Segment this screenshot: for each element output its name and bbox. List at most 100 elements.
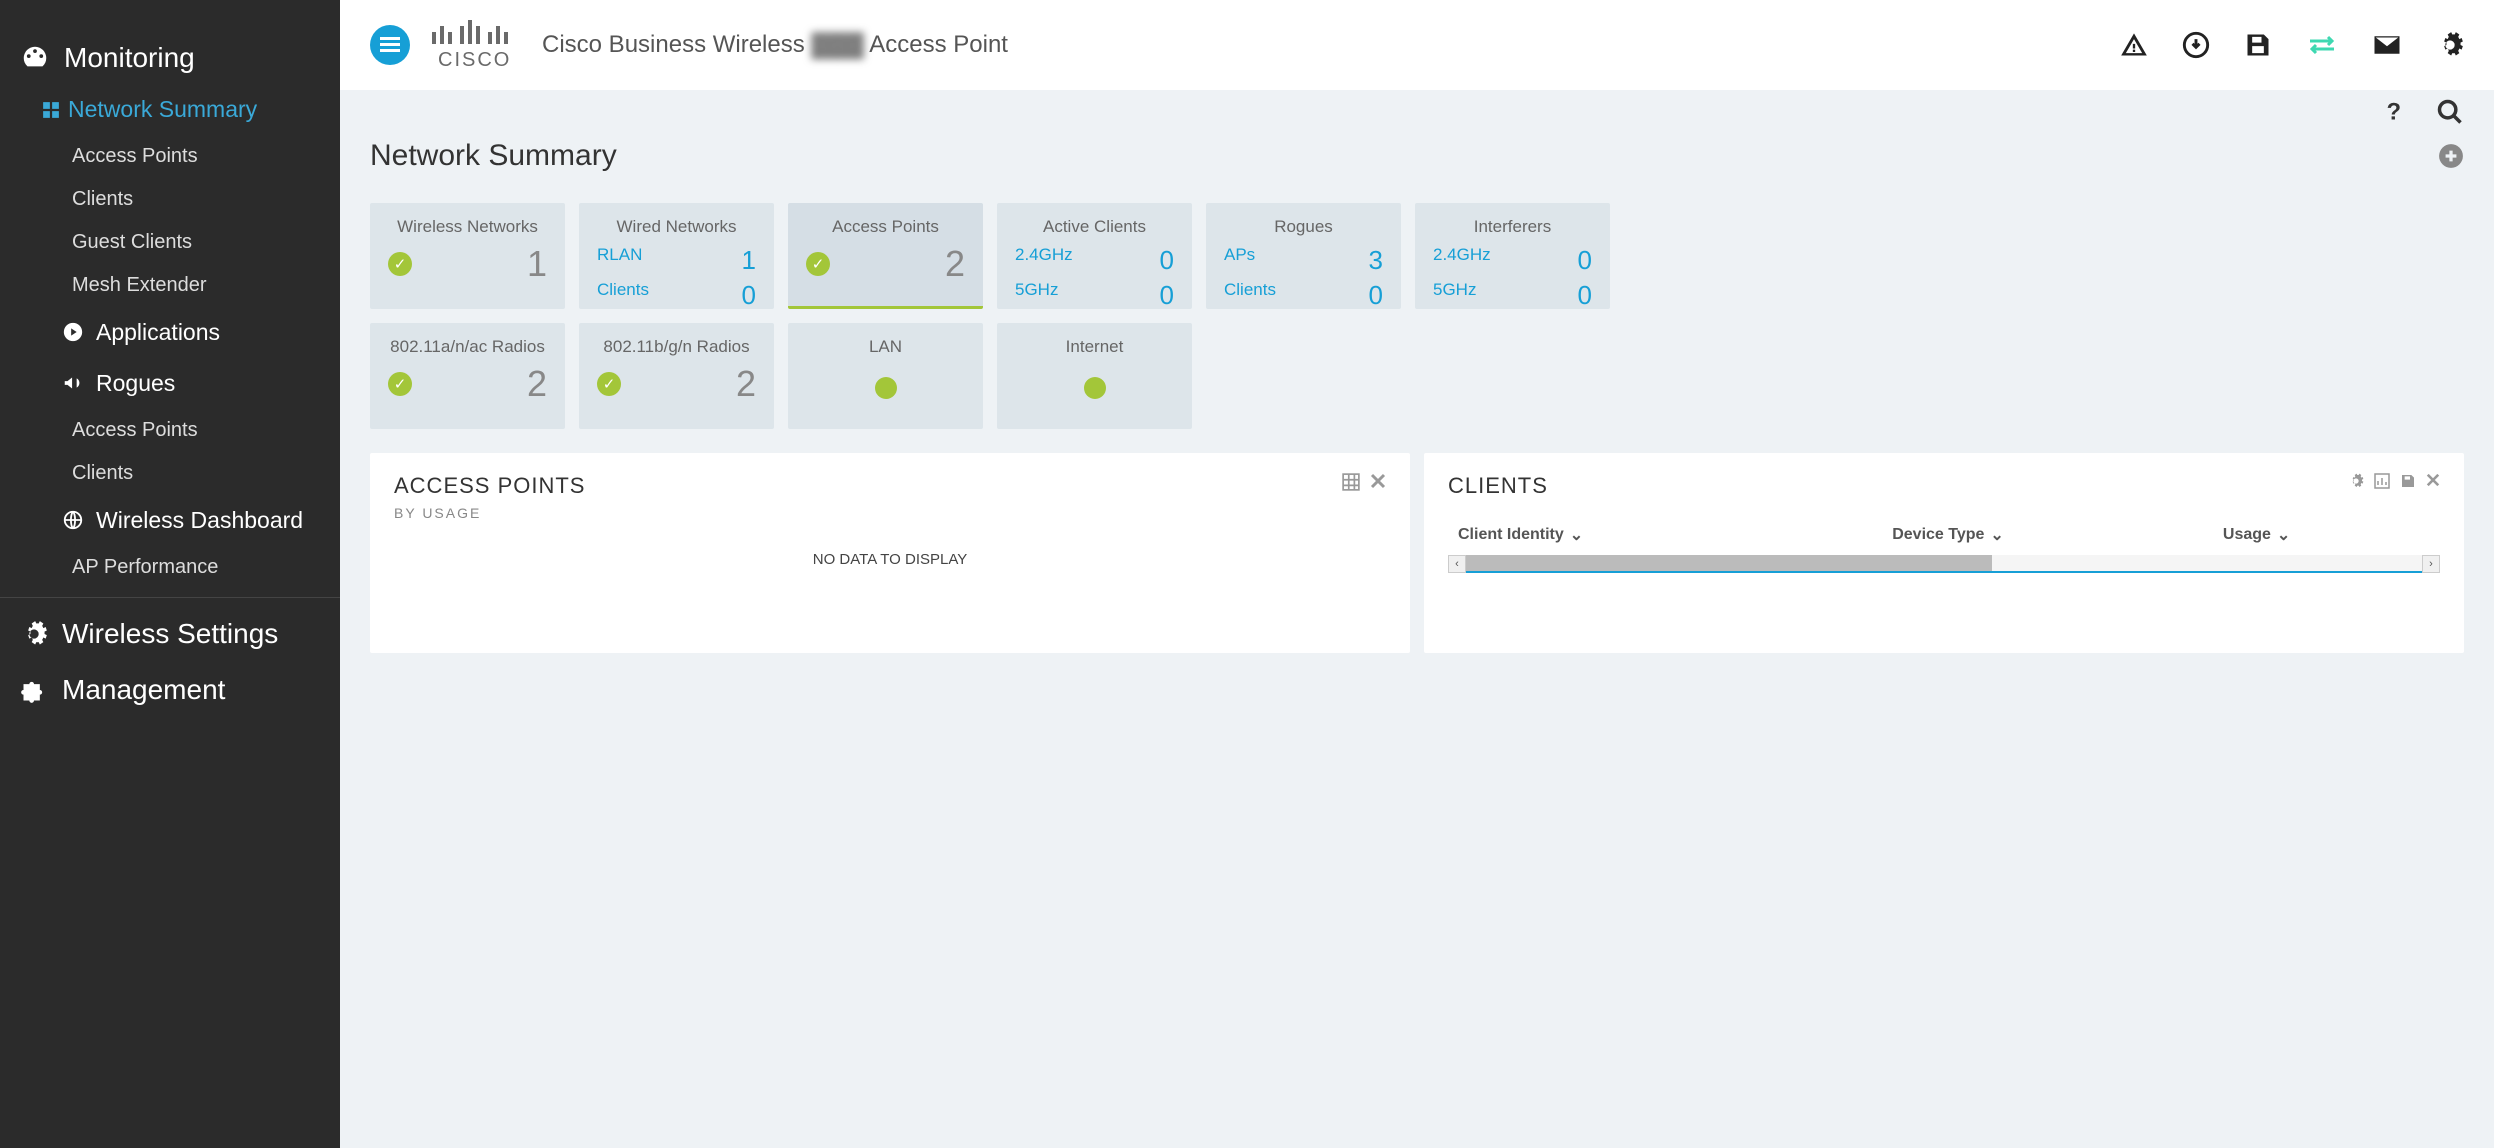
download-circle-icon[interactable] — [2182, 31, 2210, 59]
page-title-row: Network Summary — [340, 134, 2494, 203]
tile-title: Wired Networks — [617, 217, 737, 237]
tile-kv-key: 5GHz — [1433, 280, 1476, 311]
page-header-icons: ? — [2380, 98, 2464, 126]
tile-value: 2 — [945, 243, 965, 285]
sidebar-item-clients[interactable]: Clients — [62, 178, 340, 221]
content-area: ? Network Summary Wireless Networks✓1Wir… — [340, 90, 2494, 1148]
sidebar-rogues-list: Access Points Clients — [0, 409, 340, 495]
sidebar-applications[interactable]: Applications — [0, 307, 340, 358]
tile-title: 802.11b/g/n Radios — [603, 337, 749, 357]
check-icon: ✓ — [597, 372, 621, 396]
tile[interactable]: Wireless Networks ✓ 1 — [370, 203, 565, 309]
tile[interactable]: Wired NetworksRLAN1Clients0 — [579, 203, 774, 309]
col-usage[interactable]: Usage⌄ — [2213, 519, 2440, 551]
tile-kv-value: 0 — [1578, 280, 1592, 311]
help-icon[interactable]: ? — [2380, 98, 2406, 126]
tile[interactable]: Interferers2.4GHz05GHz0 — [1415, 203, 1610, 309]
check-icon: ✓ — [806, 252, 830, 276]
tile-title: Interferers — [1474, 217, 1551, 237]
table-view-icon[interactable] — [1342, 473, 1360, 491]
grid-icon — [42, 101, 60, 119]
sidebar-item-access-points[interactable]: Access Points — [62, 135, 340, 178]
save-icon[interactable] — [2244, 31, 2272, 59]
tile-title: Rogues — [1274, 217, 1333, 237]
sidebar-item-rogues-aps[interactable]: Access Points — [62, 409, 340, 452]
horizontal-scrollbar[interactable]: ‹ › — [1448, 555, 2440, 573]
play-circle-icon — [62, 321, 84, 343]
tile-title: Internet — [1066, 337, 1124, 357]
panel-clients-title: CLIENTS — [1448, 473, 1548, 499]
sidebar-item-mesh-extender[interactable]: Mesh Extender — [62, 264, 340, 307]
col-client-identity[interactable]: Client Identity⌄ — [1448, 519, 1882, 551]
tile[interactable]: 802.11b/g/n Radios ✓ 2 — [579, 323, 774, 429]
settings-gear-icon[interactable] — [2436, 31, 2464, 59]
globe-icon — [62, 509, 84, 531]
tile-title: Access Points — [832, 217, 939, 237]
tile-value: 2 — [527, 363, 547, 405]
chart-icon[interactable] — [2374, 473, 2390, 489]
sidebar-monitoring[interactable]: Monitoring — [0, 30, 340, 86]
tile-value: 2 — [736, 363, 756, 405]
tile-kv-key: 2.4GHz — [1015, 245, 1073, 276]
tile[interactable]: Internet — [997, 323, 1192, 429]
tile[interactable]: Access Points✓ 2 — [788, 203, 983, 309]
tiles-row2: 802.11a/n/ac Radios✓2 802.11b/g/n Radios ✓… — [340, 323, 2494, 429]
sidebar-item-ap-performance[interactable]: AP Performance — [62, 546, 340, 589]
sidebar-management[interactable]: Management — [0, 662, 340, 718]
sidebar-rogues[interactable]: Rogues — [0, 358, 340, 409]
clients-table: Client Identity⌄ Device Type⌄ Usage⌄ ‹ › — [1448, 519, 2440, 573]
tile[interactable]: 802.11a/n/ac Radios✓2 — [370, 323, 565, 429]
tile[interactable]: Active Clients2.4GHz05GHz0 — [997, 203, 1192, 309]
sidebar-wireless-settings[interactable]: Wireless Settings — [0, 597, 340, 662]
scroll-thumb[interactable] — [1466, 555, 1992, 571]
panel-clients: CLIENTS Client Identity⌄ Device Type⌄ Us… — [1424, 453, 2464, 653]
tile-kv-value: 0 — [1369, 280, 1383, 311]
sidebar-item-rogues-clients[interactable]: Clients — [62, 452, 340, 495]
chevron-down-icon: ⌄ — [2277, 525, 2290, 545]
tile-kv-key: RLAN — [597, 245, 642, 276]
tile[interactable]: RoguesAPs3Clients0 — [1206, 203, 1401, 309]
add-widget-button[interactable] — [2438, 143, 2464, 169]
page-header: ? — [340, 90, 2494, 134]
tiles-row1: Wireless Networks✓1Wired NetworksRLAN1Cl… — [340, 203, 2494, 309]
panels: ACCESS POINTS BY USAGE NO DATA TO DISPLA… — [340, 429, 2494, 677]
title-area: CISCO Cisco Business Wireless ▓▓▓ Access… — [430, 20, 1008, 70]
sidebar-wireless-dashboard[interactable]: Wireless Dashboard — [0, 495, 340, 547]
puzzle-icon — [20, 676, 48, 704]
warning-icon[interactable] — [2120, 31, 2148, 59]
dashboard-icon — [20, 43, 50, 73]
tile-kv-value: 0 — [1160, 245, 1174, 276]
tile-kv-value: 0 — [1160, 280, 1174, 311]
swap-icon[interactable] — [2306, 33, 2338, 57]
search-icon[interactable] — [2436, 98, 2464, 126]
panel-ap-subtitle: BY USAGE — [394, 505, 585, 521]
cisco-logo: CISCO — [430, 20, 522, 70]
panel-gear-icon[interactable] — [2348, 473, 2364, 489]
tile-value: 1 — [527, 243, 547, 285]
panel-save-icon[interactable] — [2400, 473, 2416, 489]
tile-title: 802.11a/n/ac Radios — [390, 337, 545, 357]
scroll-track[interactable] — [1466, 555, 2422, 573]
panel-close-icon[interactable] — [2426, 473, 2440, 489]
status-dot — [875, 377, 897, 399]
sidebar-item-network-summary[interactable]: Network Summary — [62, 86, 340, 135]
gear-icon — [20, 620, 48, 648]
sidebar-item-guest-clients[interactable]: Guest Clients — [62, 221, 340, 264]
tile-kv-value: 3 — [1369, 245, 1383, 276]
tile-kv-key: 2.4GHz — [1433, 245, 1491, 276]
tile-title: Active Clients — [1043, 217, 1146, 237]
chevron-down-icon: ⌄ — [1990, 525, 2003, 545]
sidebar-wd-list: AP Performance — [0, 546, 340, 589]
sidebar: Monitoring Network Summary Access Points… — [0, 0, 340, 1148]
svg-text:?: ? — [2387, 99, 2402, 124]
menu-toggle-button[interactable] — [370, 25, 410, 65]
scroll-right-button[interactable]: › — [2422, 555, 2440, 573]
check-icon: ✓ — [388, 252, 412, 276]
col-device-type[interactable]: Device Type⌄ — [1882, 519, 2213, 551]
close-panel-icon[interactable] — [1370, 473, 1386, 491]
scroll-left-button[interactable]: ‹ — [1448, 555, 1466, 573]
tile[interactable]: LAN — [788, 323, 983, 429]
tile-title: Wireless Networks — [397, 217, 538, 237]
mail-icon[interactable] — [2372, 33, 2402, 57]
top-icons — [2120, 31, 2464, 59]
